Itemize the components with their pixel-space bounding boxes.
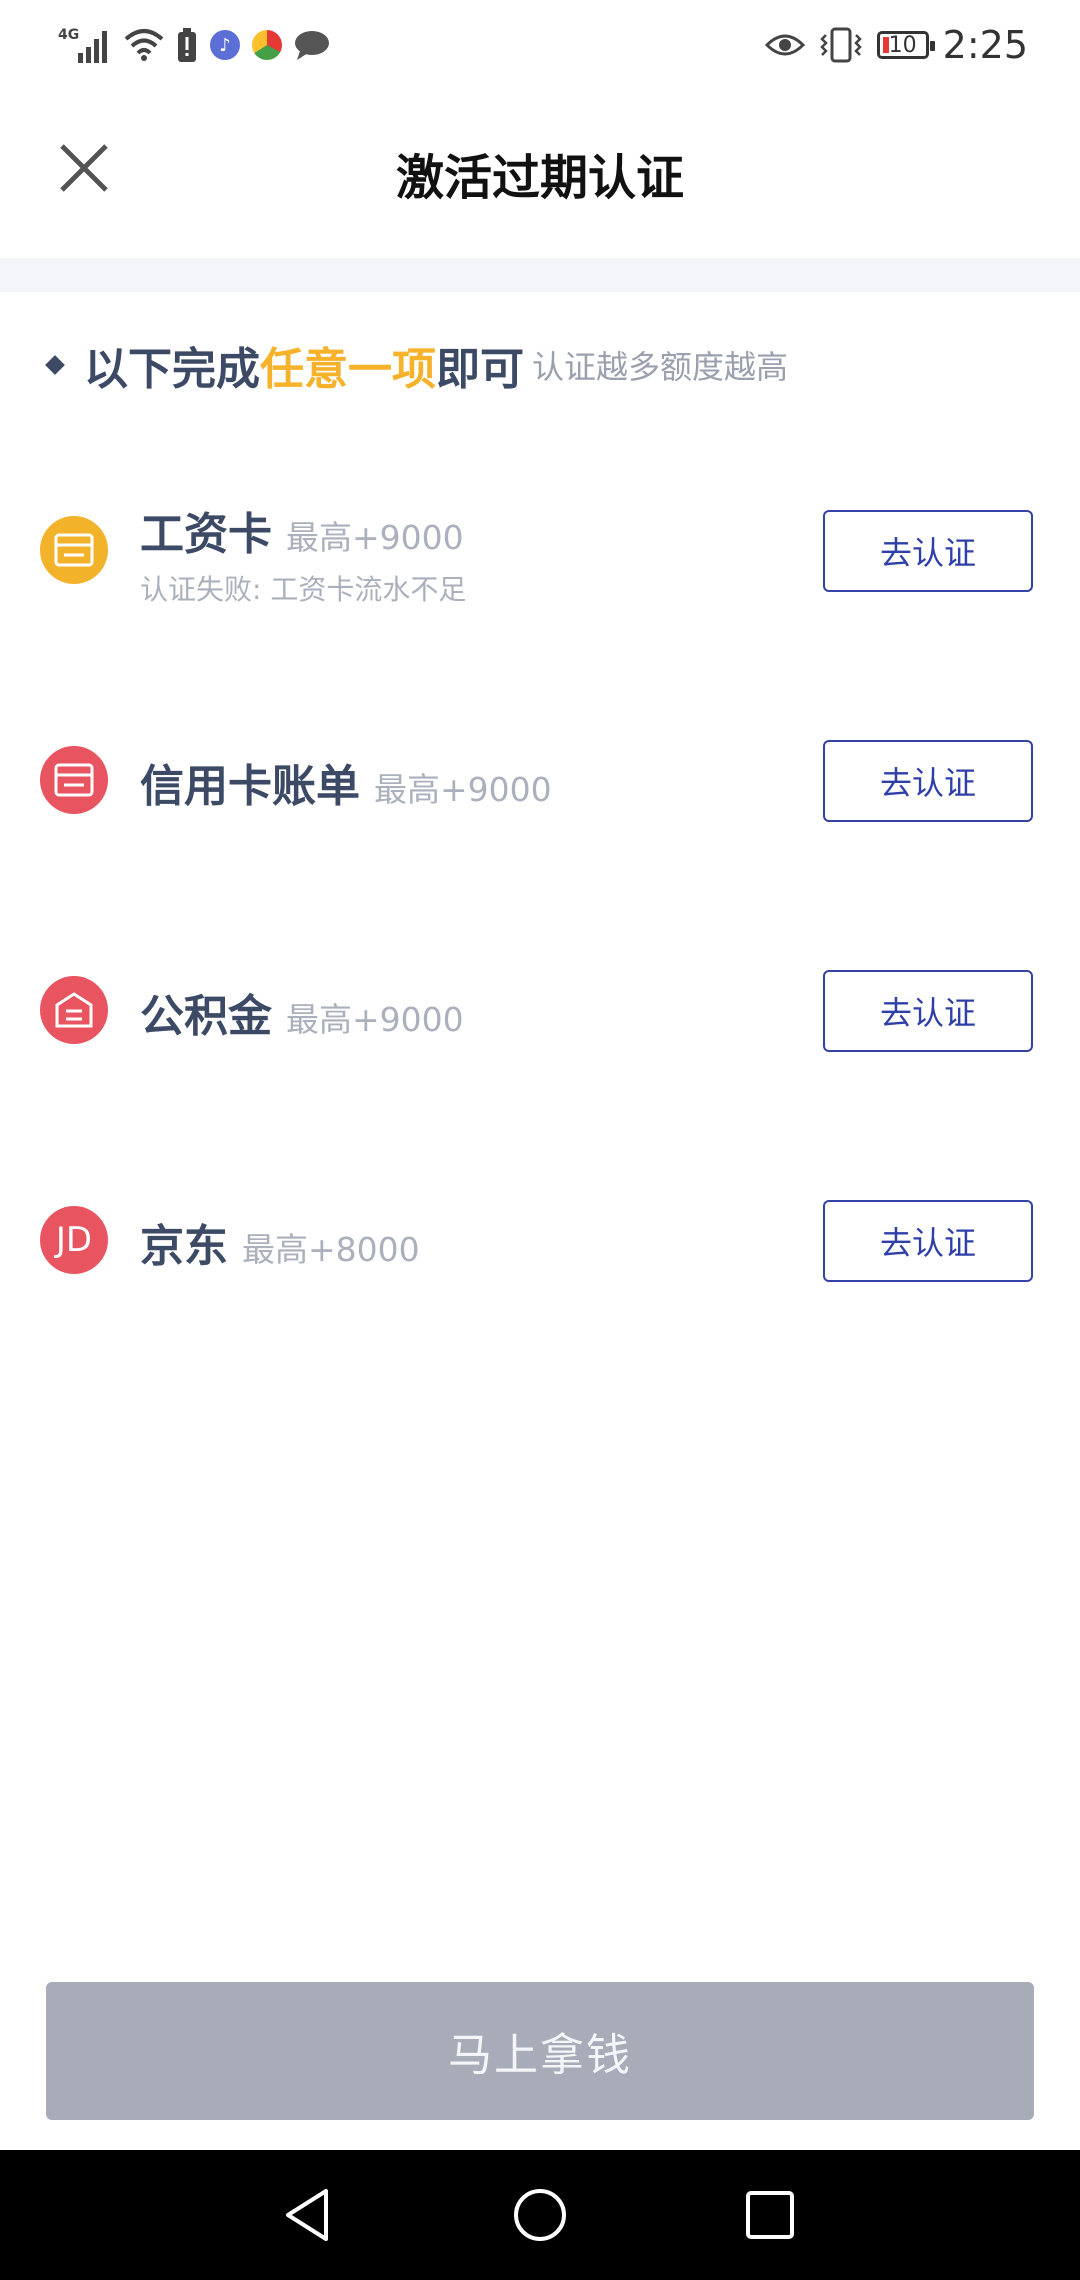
instruction-text: 以下完成 任意一项 即可 认证越多额度越高	[44, 330, 788, 400]
item-limit: 最高+8000	[242, 1230, 420, 1269]
item-limit: 最高+9000	[374, 770, 552, 809]
list-item-jd: JD 京东 最高+8000 去认证	[0, 1160, 1080, 1320]
list-item-salary-card: 工资卡 最高+9000 认证失败: 工资卡流水不足 去认证	[0, 470, 1080, 630]
item-name: 公积金	[140, 991, 272, 1042]
status-bar: 4G ♪ 10 2:25	[0, 0, 1080, 90]
back-nav-icon[interactable]	[280, 2185, 340, 2245]
item-limit: 最高+9000	[286, 1000, 464, 1039]
status-icons-right: 10 2:25	[764, 20, 1028, 70]
browser-app-icon	[252, 30, 282, 60]
signal-icon: 4G	[58, 27, 107, 63]
vibrate-icon	[819, 27, 862, 63]
get-money-button[interactable]: 马上拿钱	[46, 1982, 1034, 2120]
salary-card-icon	[40, 516, 108, 584]
system-nav-bar	[0, 2150, 1080, 2280]
item-title: 公积金 最高+9000	[140, 980, 464, 1044]
item-name: 京东	[140, 1221, 228, 1272]
home-nav-icon[interactable]	[510, 2185, 570, 2245]
item-limit: 最高+9000	[286, 518, 464, 557]
diamond-bullet-icon	[45, 355, 65, 375]
verify-button-credit-card[interactable]: 去认证	[823, 740, 1033, 822]
item-title: 京东 最高+8000	[140, 1210, 420, 1274]
jd-icon: JD	[40, 1206, 108, 1274]
list-item-housing-fund: 公积金 最高+9000 去认证	[0, 930, 1080, 1090]
recents-nav-icon[interactable]	[740, 2185, 800, 2245]
network-type-label: 4G	[58, 27, 79, 43]
eye-comfort-icon	[764, 34, 805, 56]
item-name: 工资卡	[140, 509, 272, 560]
music-app-icon: ♪	[210, 30, 240, 60]
credit-card-icon	[40, 746, 108, 814]
page-title: 激活过期认证	[395, 150, 684, 206]
chat-app-icon	[295, 31, 329, 60]
status-icons-left: 4G ♪	[58, 20, 330, 70]
list-item-credit-card: 信用卡账单 最高+9000 去认证	[0, 700, 1080, 860]
instruction-part2: 即可	[436, 344, 524, 395]
verify-button-housing-fund[interactable]: 去认证	[823, 970, 1033, 1052]
item-status-note: 认证失败: 工资卡流水不足	[140, 573, 467, 606]
section-divider	[0, 258, 1080, 292]
verify-button-jd[interactable]: 去认证	[823, 1200, 1033, 1282]
jd-icon-text: JD	[55, 1220, 93, 1260]
instruction-part1: 以下完成	[84, 344, 260, 395]
status-time: 2:25	[942, 23, 1028, 67]
item-title: 信用卡账单 最高+9000	[140, 750, 552, 814]
item-name: 信用卡账单	[140, 761, 360, 812]
instruction-highlight: 任意一项	[260, 344, 436, 395]
housing-fund-icon	[40, 976, 108, 1044]
battery-level: 10	[888, 32, 917, 58]
battery-alert-icon	[178, 28, 196, 62]
wifi-icon	[124, 29, 164, 61]
battery-icon: 10	[876, 31, 935, 59]
header: 激活过期认证	[0, 90, 1080, 258]
verify-button-salary-card[interactable]: 去认证	[823, 510, 1033, 592]
item-title: 工资卡 最高+9000	[140, 498, 464, 562]
instruction-note: 认证越多额度越高	[532, 348, 789, 386]
